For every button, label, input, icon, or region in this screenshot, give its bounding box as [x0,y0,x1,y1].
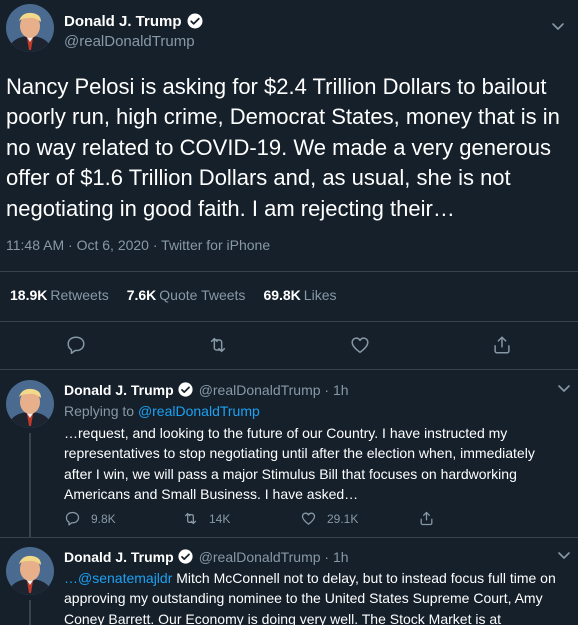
thread-line [29,433,31,538]
reply-button[interactable]: 9.8K [64,510,182,527]
retweets-stat[interactable]: 18.9K Retweets [10,287,109,303]
reply-text-prefix: … [64,570,78,586]
thread-line [29,600,31,625]
share-icon [420,511,433,526]
avatar-image [6,547,54,595]
reply-header: Donald J. Trump @realDonaldTrump · 1h [64,548,349,565]
tweet-text: Nancy Pelosi is asking for $2.4 Trillion… [6,74,560,221]
reply-icon[interactable] [65,334,87,356]
avatar-image [6,4,54,52]
quote-tweets-stat[interactable]: 7.6K Quote Tweets [127,287,246,303]
divider [0,271,578,272]
tweet-time[interactable]: 11:48 AM [6,237,64,253]
chevron-down-icon[interactable] [556,547,572,563]
author-name[interactable]: Donald J. Trump [64,549,174,565]
author-handle[interactable]: @realDonaldTrump [64,33,195,50]
like-count: 29.1K [327,511,359,526]
heart-icon [301,512,316,525]
author-name[interactable]: Donald J. Trump [64,382,174,398]
main-tweet: Donald J. Trump @realDonaldTrump Nancy P… [0,0,578,370]
retweet-icon [184,512,197,525]
author-handle-time[interactable]: @realDonaldTrump · 1h [199,549,349,565]
author-handle-time[interactable]: @realDonaldTrump · 1h [199,382,349,398]
avatar[interactable] [6,380,54,428]
tweet-source[interactable]: Twitter for iPhone [161,237,270,253]
meta-separator: · [68,237,77,253]
mention-link[interactable]: @senatemajldr [78,570,172,586]
share-button[interactable] [418,510,445,527]
like-button[interactable]: 29.1K [300,510,418,527]
retweet-icon[interactable] [207,334,229,356]
retweet-count: 14K [209,511,231,526]
verified-badge-icon [177,548,194,565]
chevron-down-icon[interactable] [550,18,566,34]
avatar[interactable] [6,547,54,595]
reply-header: Donald J. Trump @realDonaldTrump · 1h [64,381,349,398]
meta-separator: · [152,237,162,253]
retweet-button[interactable]: 14K [182,510,300,527]
author-name[interactable]: Donald J. Trump [64,13,182,30]
thread-reply-tweet[interactable]: Donald J. Trump @realDonaldTrump · 1h Re… [0,371,578,538]
author-name-row: Donald J. Trump [64,12,204,30]
thread-reply-tweet[interactable]: Donald J. Trump @realDonaldTrump · 1h …@… [0,538,578,625]
replying-to: Replying to @realDonaldTrump [64,403,260,419]
reply-text: …request, and looking to the future of o… [64,425,535,502]
reply-actions: 9.8K 14K 29.1K [64,510,504,527]
reply-icon [65,511,80,526]
tweet-meta: 11:48 AM · Oct 6, 2020 · Twitter for iPh… [6,237,270,253]
reply-text: …@senatemajldr Mitch McConnell not to de… [64,568,564,625]
reply-count: 9.8K [91,511,116,526]
replying-to-label: Replying to [64,403,135,419]
likes-stat[interactable]: 69.8K Likes [263,287,336,303]
verified-badge-icon [186,12,204,30]
avatar-image [6,380,54,428]
replying-to-handle[interactable]: @realDonaldTrump [138,403,260,419]
share-icon[interactable] [491,334,513,356]
divider [0,321,578,322]
verified-badge-icon [177,381,194,398]
engagement-stats: 18.9K Retweets 7.6K Quote Tweets 69.8K Like… [10,287,336,303]
avatar[interactable] [6,4,54,52]
chevron-down-icon[interactable] [556,380,572,396]
heart-icon[interactable] [349,334,371,356]
tweet-date[interactable]: Oct 6, 2020 [77,237,149,253]
